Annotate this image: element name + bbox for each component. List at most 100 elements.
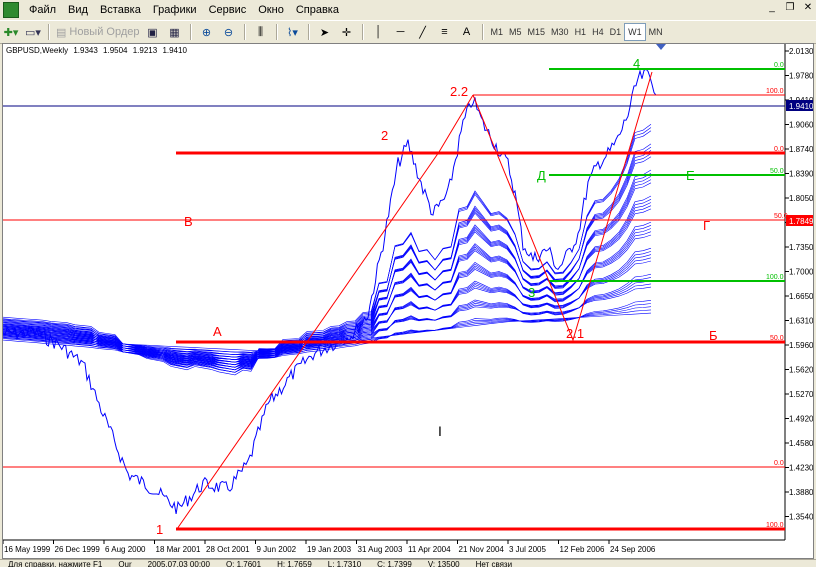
minimize-icon[interactable]: _ (764, 1, 780, 15)
menu-insert[interactable]: Вставка (94, 0, 147, 20)
price-tick-label: 1.5620 (789, 366, 814, 375)
fib-label: 100.0 (766, 274, 784, 281)
letter-label-g: Г (703, 218, 710, 233)
wave-label-2-1: 2.1 (566, 326, 584, 341)
date-tick-label: 18 Mar 2001 (156, 545, 201, 554)
price-tick-label: 1.6310 (789, 317, 814, 326)
toolbar-separator (48, 24, 50, 40)
wave-label-2-2: 2.2 (450, 84, 468, 99)
price-tick-label: 1.8390 (789, 170, 814, 179)
price-tick-label: 1.3540 (789, 513, 814, 522)
menu-bar: Файл Вид Вставка Графики Сервис Окно Спр… (0, 0, 816, 20)
date-tick-label: 19 Jan 2003 (307, 545, 352, 554)
chart-shift-marker[interactable] (656, 44, 666, 50)
new-order-label: Новый Ордер (69, 26, 140, 38)
app-icon[interactable] (3, 2, 19, 18)
date-tick-label: 11 Apr 2004 (408, 545, 451, 554)
fib-label: 0.0 (774, 62, 784, 69)
timeframe-m30[interactable]: M30 (548, 24, 572, 40)
menu-file[interactable]: Файл (23, 0, 62, 20)
open-value: 1.9343 (73, 46, 98, 55)
price-tick-label: 1.5270 (789, 390, 814, 399)
toolbar-separator (275, 24, 278, 40)
high-value: 1.9504 (103, 46, 128, 55)
menu-help[interactable]: Справка (290, 0, 345, 20)
price-line (3, 68, 657, 514)
price-tick-label: 1.5960 (789, 341, 814, 350)
timeframe-h1[interactable]: H1 (572, 24, 590, 40)
date-tick-label: 24 Sep 2006 (610, 545, 656, 554)
price-tick-label: 1.9780 (789, 72, 814, 81)
fib-label: 50.0 (770, 335, 784, 342)
date-tick-label: 12 Feb 2006 (560, 545, 605, 554)
close-value: 1.9410 (162, 46, 187, 55)
new-order-icon: ▤ (56, 26, 67, 39)
fib-label: 0.0 (774, 146, 784, 153)
window-buttons: _ ❐ ✕ (762, 1, 816, 15)
price-tick-label: 1.3880 (789, 488, 814, 497)
toolbar-separator (189, 24, 192, 40)
ma-ribbon (3, 124, 652, 376)
menu-tools[interactable]: Сервис (203, 0, 253, 20)
new-chart-icon[interactable]: ✚▾ (2, 23, 20, 41)
price-tick-label: 1.4920 (789, 415, 814, 424)
trendline-icon[interactable]: ╱ (414, 23, 432, 41)
wave-label-1: 1 (156, 522, 163, 537)
date-tick-label: 16 May 1999 (4, 545, 51, 554)
window-icon[interactable]: ▣ (144, 23, 162, 41)
restore-icon[interactable]: ❐ (782, 1, 798, 15)
letter-label-b: Б (709, 328, 718, 343)
chart-window[interactable]: 2.0130 1.9780 1.9410 1.9060 1.8740 1.8390 1.80… (2, 43, 814, 559)
close-icon[interactable]: ✕ (800, 1, 816, 15)
date-tick-label: 31 Aug 2003 (358, 545, 403, 554)
date-tick-label: 9 Jun 2002 (257, 545, 297, 554)
menu-view[interactable]: Вид (62, 0, 94, 20)
menu-charts[interactable]: Графики (147, 0, 203, 20)
crosshair-icon[interactable]: ✛ (338, 23, 356, 41)
cursor-icon[interactable]: ➤ (316, 23, 334, 41)
tile-icon[interactable]: ▦ (166, 23, 184, 41)
symbol-info: GBPUSD,Weekly 1.9343 1.9504 1.9213 1.941… (6, 46, 190, 55)
indicators-icon[interactable]: ⌇▾ (284, 23, 302, 41)
wave-line-up (176, 94, 474, 530)
timeframe-mn[interactable]: MN (646, 24, 666, 40)
current-price-label: 1.9410 (789, 102, 814, 111)
period-separator-icon[interactable]: ⫼ (252, 23, 270, 41)
letter-label-a: А (213, 324, 222, 339)
date-tick-label: 21 Nov 2004 (459, 545, 505, 554)
price-tick-label: 1.8740 (789, 145, 814, 154)
timeframe-m1[interactable]: M1 (488, 24, 507, 40)
timeframe-h4[interactable]: H4 (589, 24, 607, 40)
marked-price-label: 1.7849 (789, 217, 814, 226)
symbol-name: GBPUSD,Weekly (6, 46, 69, 55)
chart-canvas[interactable]: 2.0130 1.9780 1.9410 1.9060 1.8740 1.8390 1.80… (3, 44, 814, 559)
fib-label: 100.0 (766, 88, 784, 95)
price-tick-label: 1.8050 (789, 194, 814, 203)
wave-label-3: 3 (528, 285, 535, 300)
wave-label-4: 4 (633, 56, 640, 71)
vertical-line-icon[interactable]: │ (370, 23, 388, 41)
letter-label-e: Е (686, 168, 695, 183)
text-tool-button[interactable]: A (458, 23, 476, 41)
toolbar: ✚▾ ▭▾ ▤ Новый Ордер ▣ ▦ ⊕ ⊖ ⫼ ⌇▾ ➤ ✛ │ ─ … (0, 20, 816, 44)
new-order-button[interactable]: ▤ Новый Ордер (56, 23, 140, 41)
price-ticks: 2.0130 1.9780 1.9410 1.9060 1.8740 1.8390 1.80… (785, 47, 814, 522)
toolbar-separator (481, 24, 484, 40)
timeframe-d1[interactable]: D1 (607, 24, 625, 40)
zoom-out-icon[interactable]: ⊖ (220, 23, 238, 41)
menu-window[interactable]: Окно (252, 0, 290, 20)
channel-icon[interactable]: ≡ (436, 23, 454, 41)
profiles-icon[interactable]: ▭▾ (24, 23, 42, 41)
letter-label-d: Д (537, 168, 546, 183)
horizontal-line-icon[interactable]: ─ (392, 23, 410, 41)
zoom-in-icon[interactable]: ⊕ (198, 23, 216, 41)
toolbar-separator (307, 24, 310, 40)
date-tick-label: 6 Aug 2000 (105, 545, 146, 554)
timeframe-w1[interactable]: W1 (624, 23, 646, 41)
wave-label-2: 2 (381, 128, 388, 143)
toolbar-separator (361, 24, 364, 40)
timeframe-m15[interactable]: M15 (525, 24, 549, 40)
letter-label-v: В (184, 214, 193, 229)
timeframe-m5[interactable]: M5 (506, 24, 525, 40)
date-ticks: 16 May 1999 26 Dec 1999 6 Aug 2000 18 Mar 2… (3, 540, 656, 554)
